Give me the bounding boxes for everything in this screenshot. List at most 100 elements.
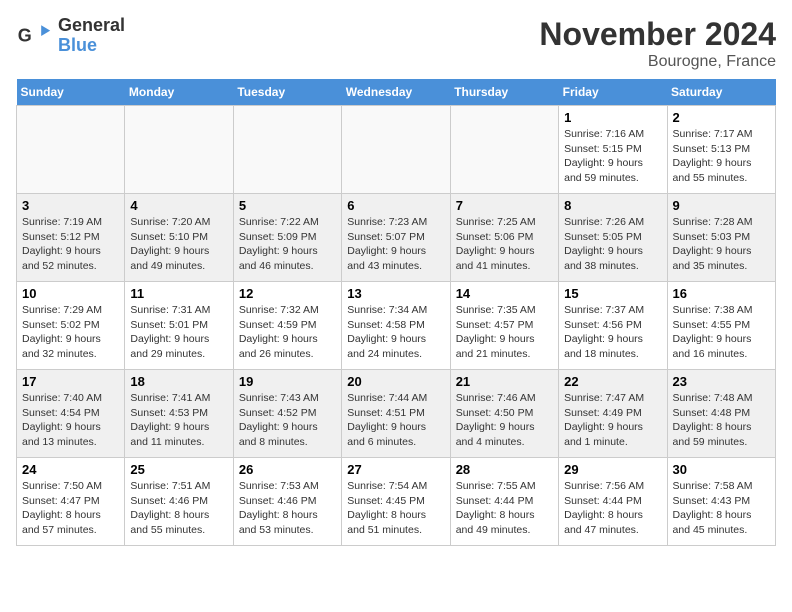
calendar-cell: 29 Sunrise: 7:56 AM Sunset: 4:44 PM Dayli… (559, 458, 667, 546)
day-info: Sunrise: 7:44 AM Sunset: 4:51 PM Dayligh… (347, 391, 444, 450)
calendar-week-2: 10 Sunrise: 7:29 AM Sunset: 5:02 PM Dayli… (17, 282, 776, 370)
calendar-cell: 27 Sunrise: 7:54 AM Sunset: 4:45 PM Dayli… (342, 458, 450, 546)
calendar-cell: 22 Sunrise: 7:47 AM Sunset: 4:49 PM Dayli… (559, 370, 667, 458)
calendar-cell (17, 106, 125, 194)
calendar-cell: 19Sunrise: 7:43 AM Sunset: 4:52 PM Dayli… (233, 370, 341, 458)
day-info: Sunrise: 7:56 AM Sunset: 4:44 PM Dayligh… (564, 479, 661, 538)
day-number: 28 (456, 462, 553, 477)
day-number: 3 (22, 198, 119, 213)
calendar-header-wednesday: Wednesday (342, 79, 450, 106)
day-number: 7 (456, 198, 553, 213)
day-number: 19 (239, 374, 336, 389)
day-number: 17 (22, 374, 119, 389)
day-info: Sunrise: 7:41 AM Sunset: 4:53 PM Dayligh… (130, 391, 227, 450)
calendar-cell (233, 106, 341, 194)
day-number: 30 (673, 462, 770, 477)
day-info: Sunrise: 7:26 AM Sunset: 5:05 PM Dayligh… (564, 215, 661, 274)
calendar-header-sunday: Sunday (17, 79, 125, 106)
day-info: Sunrise: 7:37 AM Sunset: 4:56 PM Dayligh… (564, 303, 661, 362)
calendar-header-row: SundayMondayTuesdayWednesdayThursdayFrid… (17, 79, 776, 106)
day-info: Sunrise: 7:31 AM Sunset: 5:01 PM Dayligh… (130, 303, 227, 362)
day-info: Sunrise: 7:32 AM Sunset: 4:59 PM Dayligh… (239, 303, 336, 362)
day-number: 8 (564, 198, 661, 213)
calendar-cell: 1 Sunrise: 7:16 AM Sunset: 5:15 PM Daylig… (559, 106, 667, 194)
day-info: Sunrise: 7:50 AM Sunset: 4:47 PM Dayligh… (22, 479, 119, 538)
day-number: 2 (673, 110, 770, 125)
day-info: Sunrise: 7:22 AM Sunset: 5:09 PM Dayligh… (239, 215, 336, 274)
calendar-header-thursday: Thursday (450, 79, 558, 106)
calendar-header-tuesday: Tuesday (233, 79, 341, 106)
svg-text:G: G (18, 25, 32, 45)
day-info: Sunrise: 7:25 AM Sunset: 5:06 PM Dayligh… (456, 215, 553, 274)
day-number: 12 (239, 286, 336, 301)
calendar-cell: 7 Sunrise: 7:25 AM Sunset: 5:06 PM Daylig… (450, 194, 558, 282)
calendar-cell: 6 Sunrise: 7:23 AM Sunset: 5:07 PM Daylig… (342, 194, 450, 282)
calendar-cell: 5 Sunrise: 7:22 AM Sunset: 5:09 PM Daylig… (233, 194, 341, 282)
day-number: 16 (673, 286, 770, 301)
calendar-cell: 26 Sunrise: 7:53 AM Sunset: 4:46 PM Dayli… (233, 458, 341, 546)
calendar-cell (125, 106, 233, 194)
day-info: Sunrise: 7:51 AM Sunset: 4:46 PM Dayligh… (130, 479, 227, 538)
day-number: 27 (347, 462, 444, 477)
calendar-body: 1 Sunrise: 7:16 AM Sunset: 5:15 PM Daylig… (17, 106, 776, 546)
logo-text: General Blue (58, 16, 125, 56)
day-number: 26 (239, 462, 336, 477)
calendar-week-1: 3 Sunrise: 7:19 AM Sunset: 5:12 PM Daylig… (17, 194, 776, 282)
calendar-week-4: 24 Sunrise: 7:50 AM Sunset: 4:47 PM Dayli… (17, 458, 776, 546)
calendar-cell: 30 Sunrise: 7:58 AM Sunset: 4:43 PM Dayli… (667, 458, 775, 546)
day-info: Sunrise: 7:54 AM Sunset: 4:45 PM Dayligh… (347, 479, 444, 538)
day-number: 11 (130, 286, 227, 301)
day-info: Sunrise: 7:47 AM Sunset: 4:49 PM Dayligh… (564, 391, 661, 450)
day-info: Sunrise: 7:53 AM Sunset: 4:46 PM Dayligh… (239, 479, 336, 538)
calendar-cell (450, 106, 558, 194)
day-number: 18 (130, 374, 227, 389)
title-section: November 2024 Bourogne, France (539, 16, 776, 71)
day-number: 25 (130, 462, 227, 477)
day-info: Sunrise: 7:19 AM Sunset: 5:12 PM Dayligh… (22, 215, 119, 274)
calendar-cell: 8 Sunrise: 7:26 AM Sunset: 5:05 PM Daylig… (559, 194, 667, 282)
day-info: Sunrise: 7:40 AM Sunset: 4:54 PM Dayligh… (22, 391, 119, 450)
day-number: 22 (564, 374, 661, 389)
logo-line2: Blue (58, 36, 125, 56)
day-info: Sunrise: 7:17 AM Sunset: 5:13 PM Dayligh… (673, 127, 770, 186)
day-number: 14 (456, 286, 553, 301)
day-info: Sunrise: 7:16 AM Sunset: 5:15 PM Dayligh… (564, 127, 661, 186)
calendar-cell: 25 Sunrise: 7:51 AM Sunset: 4:46 PM Dayli… (125, 458, 233, 546)
day-number: 6 (347, 198, 444, 213)
day-number: 4 (130, 198, 227, 213)
day-number: 24 (22, 462, 119, 477)
logo-icon: G (16, 18, 52, 54)
month-title: November 2024 (539, 16, 776, 53)
calendar-table: SundayMondayTuesdayWednesdayThursdayFrid… (16, 79, 776, 546)
day-number: 29 (564, 462, 661, 477)
calendar-header-friday: Friday (559, 79, 667, 106)
day-info: Sunrise: 7:48 AM Sunset: 4:48 PM Dayligh… (673, 391, 770, 450)
day-number: 20 (347, 374, 444, 389)
calendar-cell: 17 Sunrise: 7:40 AM Sunset: 4:54 PM Dayli… (17, 370, 125, 458)
day-info: Sunrise: 7:28 AM Sunset: 5:03 PM Dayligh… (673, 215, 770, 274)
calendar-cell: 15Sunrise: 7:37 AM Sunset: 4:56 PM Dayli… (559, 282, 667, 370)
calendar-cell (342, 106, 450, 194)
day-number: 1 (564, 110, 661, 125)
day-info: Sunrise: 7:20 AM Sunset: 5:10 PM Dayligh… (130, 215, 227, 274)
day-number: 5 (239, 198, 336, 213)
day-info: Sunrise: 7:34 AM Sunset: 4:58 PM Dayligh… (347, 303, 444, 362)
calendar-cell: 28 Sunrise: 7:55 AM Sunset: 4:44 PM Dayli… (450, 458, 558, 546)
calendar-cell: 24 Sunrise: 7:50 AM Sunset: 4:47 PM Dayli… (17, 458, 125, 546)
location: Bourogne, France (539, 53, 776, 71)
calendar-cell: 21Sunrise: 7:46 AM Sunset: 4:50 PM Dayli… (450, 370, 558, 458)
day-info: Sunrise: 7:55 AM Sunset: 4:44 PM Dayligh… (456, 479, 553, 538)
day-number: 10 (22, 286, 119, 301)
day-number: 9 (673, 198, 770, 213)
day-info: Sunrise: 7:35 AM Sunset: 4:57 PM Dayligh… (456, 303, 553, 362)
day-info: Sunrise: 7:58 AM Sunset: 4:43 PM Dayligh… (673, 479, 770, 538)
calendar-week-0: 1 Sunrise: 7:16 AM Sunset: 5:15 PM Daylig… (17, 106, 776, 194)
day-info: Sunrise: 7:29 AM Sunset: 5:02 PM Dayligh… (22, 303, 119, 362)
day-info: Sunrise: 7:23 AM Sunset: 5:07 PM Dayligh… (347, 215, 444, 274)
day-number: 23 (673, 374, 770, 389)
calendar-cell: 2 Sunrise: 7:17 AM Sunset: 5:13 PM Daylig… (667, 106, 775, 194)
day-number: 21 (456, 374, 553, 389)
calendar-cell: 12 Sunrise: 7:32 AM Sunset: 4:59 PM Dayli… (233, 282, 341, 370)
calendar-cell: 13Sunrise: 7:34 AM Sunset: 4:58 PM Dayli… (342, 282, 450, 370)
calendar-cell: 16Sunrise: 7:38 AM Sunset: 4:55 PM Dayli… (667, 282, 775, 370)
